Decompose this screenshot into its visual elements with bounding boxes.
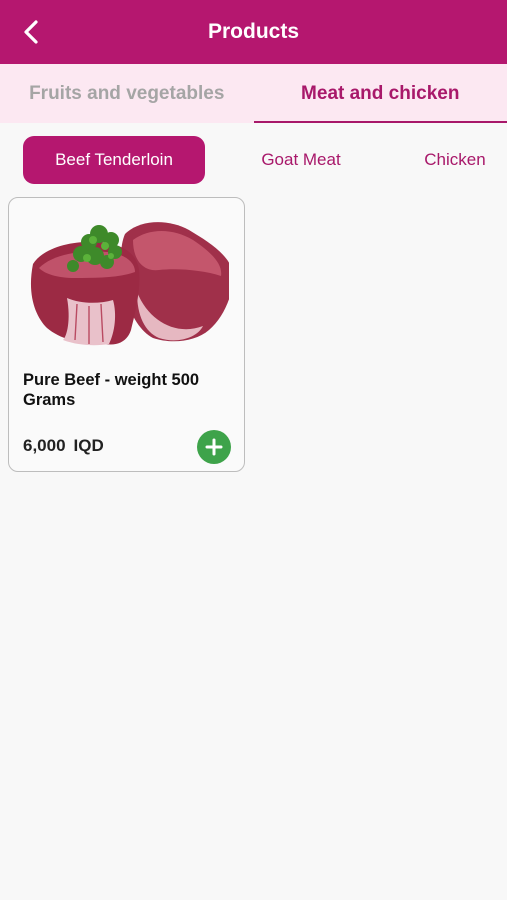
category-tabs: Fruits and vegetables Meat and chicken [0,64,507,123]
tab-meat-and-chicken[interactable]: Meat and chicken [253,64,507,123]
page-title: Products [207,20,299,43]
price-currency: IQD [73,436,104,455]
subcategory-chips: Beef Tenderloin Goat Meat Chicken [0,136,507,186]
add-to-cart-button[interactable] [197,430,231,464]
plus-icon [205,438,223,456]
product-name: Pure Beef - weight 500 Grams [23,371,200,409]
chevron-left-icon [24,20,38,44]
tab-fruits-and-vegetables[interactable]: Fruits and vegetables [0,64,254,123]
product-price: 6,000 IQD [23,436,104,456]
chip-chicken[interactable]: Chicken [408,136,502,184]
chip-goat-meat[interactable]: Goat Meat [240,136,362,184]
beef-tenderloin-image [30,222,229,346]
back-button[interactable] [14,14,50,50]
app-bar: Products [0,0,507,64]
chip-beef-tenderloin[interactable]: Beef Tenderloin [23,136,205,184]
price-value: 6,000 [23,436,66,455]
product-card[interactable]: Pure Beef - weight 500 Grams 6,000 IQD [8,197,245,472]
